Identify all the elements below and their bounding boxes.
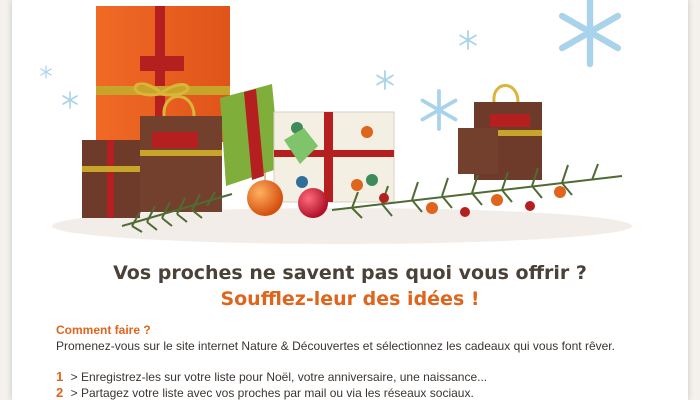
headline: Vos proches ne savent pas quoi vous offr… xyxy=(113,262,587,284)
how-to-description: Promenez-vous sur le site internet Natur… xyxy=(56,339,615,353)
brown-gift-bag-right xyxy=(458,84,542,180)
snowflake-icon xyxy=(376,70,394,90)
step-text: Partagez votre liste avec vos proches pa… xyxy=(80,386,474,400)
step-separator: > xyxy=(70,370,78,384)
step-number: 1 xyxy=(56,369,64,384)
snowflake-icon xyxy=(40,65,52,79)
gifts-illustration xyxy=(40,0,632,244)
patterned-gift-box xyxy=(273,111,395,203)
snowflake-icon xyxy=(459,30,477,50)
step-item: 1 > Enregistrez-les sur votre liste pour… xyxy=(56,369,487,384)
snowflake-icon xyxy=(62,91,78,109)
how-to-title: Comment faire ? xyxy=(56,323,151,337)
christmas-gifts-banner xyxy=(12,0,688,255)
green-gift-box xyxy=(220,84,280,186)
snowflake-icon xyxy=(562,0,618,64)
red-bauble xyxy=(298,188,328,218)
snowflake-icon xyxy=(420,89,458,131)
subheadline: Soufflez-leur des idées ! xyxy=(220,288,480,310)
step-separator: > xyxy=(70,386,78,400)
step-number: 2 xyxy=(56,385,64,400)
step-text: Enregistrez-les sur votre liste pour Noë… xyxy=(80,370,488,384)
brown-gift-box xyxy=(82,140,140,218)
step-item: 2 > Partagez votre liste avec vos proche… xyxy=(56,385,474,400)
newsletter-card: Vos proches ne savent pas quoi vous offr… xyxy=(12,0,688,400)
